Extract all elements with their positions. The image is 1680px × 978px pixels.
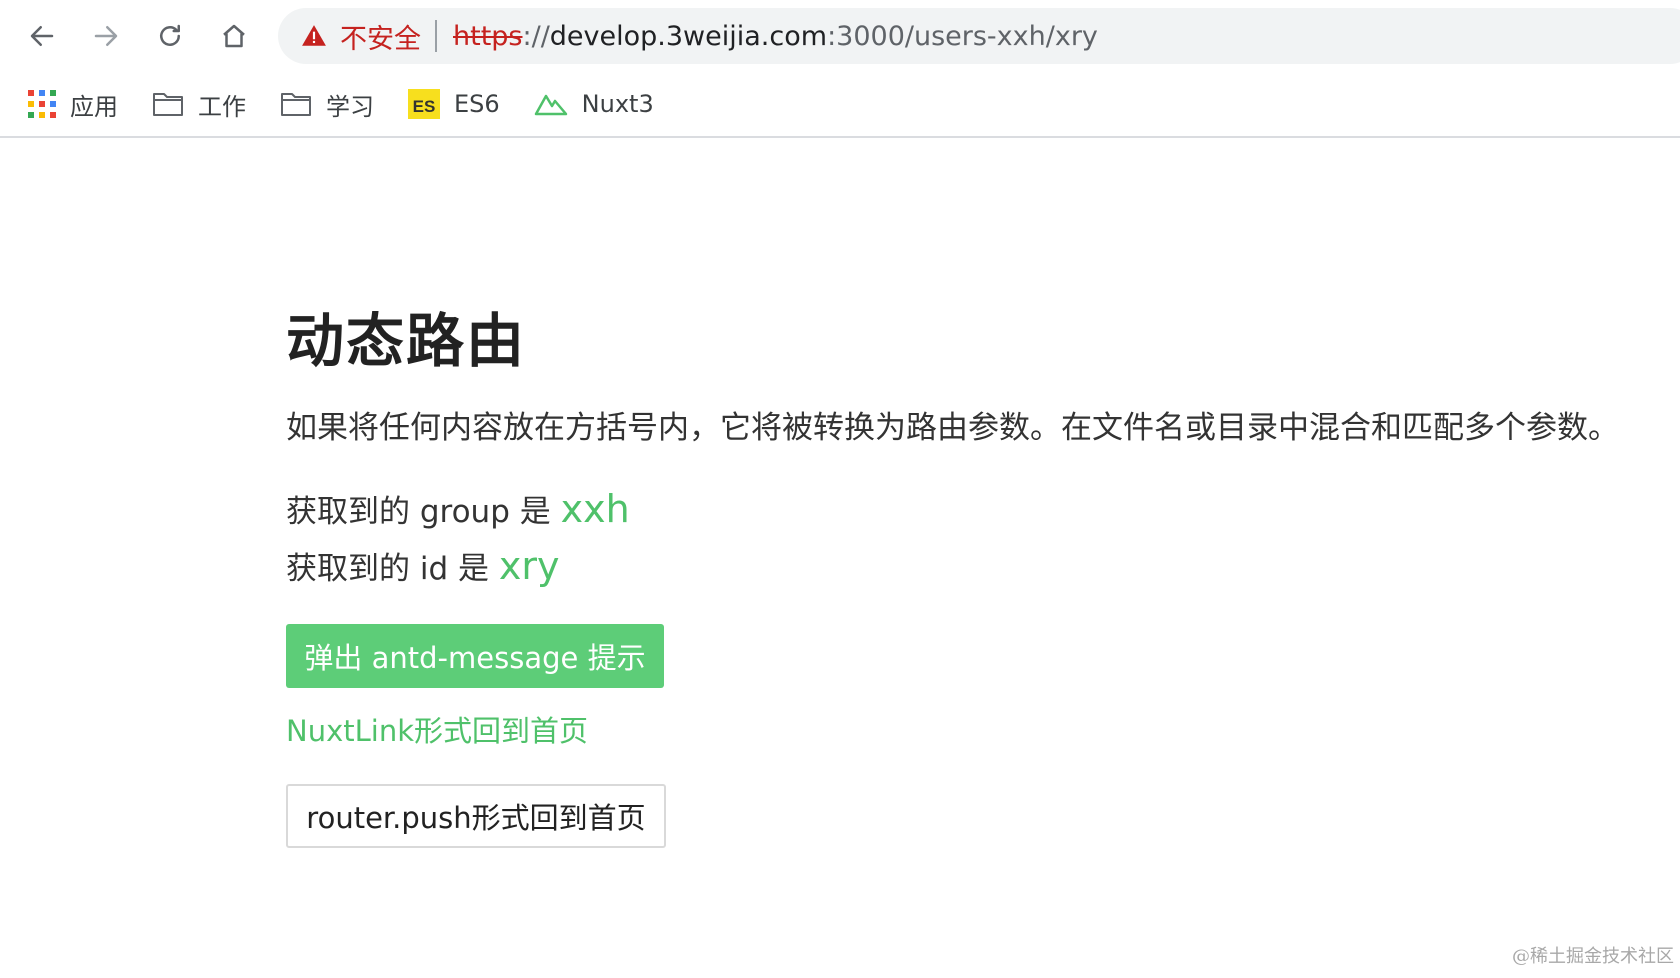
home-icon — [223, 24, 245, 48]
forward-button[interactable] — [86, 16, 126, 56]
reload-icon — [160, 24, 180, 46]
group-param-prefix: 获取到的 group 是 — [286, 494, 561, 530]
bookmark-es6[interactable]: ES ES6 — [408, 89, 500, 119]
security-status-text[interactable]: 不安全 — [340, 17, 421, 56]
bookmark-label: ES6 — [454, 90, 500, 118]
apps-grid-icon — [28, 90, 56, 118]
bookmark-label: Nuxt3 — [581, 90, 654, 118]
nuxtlink-home-link[interactable]: NuxtLink形式回到首页 — [286, 708, 588, 750]
bookmark-label: 应用 — [70, 92, 118, 121]
bookmarks-bar: 应用 工作 学习 ES ES6 Nuxt3 — [0, 72, 1680, 138]
bookmark-label: 工作 — [198, 92, 246, 121]
group-param-line: 获取到的 group 是 xxh — [286, 486, 630, 531]
url-separator: :// — [522, 20, 550, 52]
id-param-line: 获取到的 id 是 xry — [286, 543, 559, 588]
home-button[interactable] — [214, 16, 254, 56]
router-push-home-button[interactable]: router.push形式回到首页 — [286, 784, 666, 848]
url-path: :3000/users-xxh/xry — [827, 20, 1098, 52]
group-param-value: xxh — [560, 487, 630, 531]
page-description: 如果将任何内容放在方括号内，它将被转换为路由参数。在文件名或目录中混合和匹配多个… — [286, 410, 1619, 446]
back-button[interactable] — [22, 16, 62, 56]
bookmark-nuxt3[interactable]: Nuxt3 — [534, 90, 654, 118]
bookmark-study[interactable]: 学习 — [280, 87, 374, 122]
watermark: @稀土掘金技术社区 — [1512, 946, 1674, 967]
show-message-button[interactable]: 弹出 antd-message 提示 — [286, 624, 664, 688]
id-param-prefix: 获取到的 id 是 — [286, 551, 499, 587]
omnibox-divider — [435, 20, 437, 52]
url-scheme: https — [453, 20, 523, 52]
warning-triangle-icon[interactable] — [300, 22, 328, 50]
es-badge-icon: ES — [408, 89, 440, 119]
address-bar[interactable]: 不安全 https://develop.3weijia.com:3000/use… — [278, 8, 1680, 64]
folder-icon — [153, 93, 183, 116]
arrow-right-icon — [94, 26, 118, 46]
reload-button[interactable] — [150, 16, 190, 56]
arrow-left-icon — [30, 26, 54, 46]
url-host: develop.3weijia.com — [549, 20, 828, 52]
url-text[interactable]: https://develop.3weijia.com:3000/users-x… — [453, 21, 1098, 52]
bookmark-work[interactable]: 工作 — [152, 87, 246, 122]
nuxt-logo-icon — [534, 94, 567, 116]
folder-icon — [281, 93, 311, 116]
page-title: 动态路由 — [286, 307, 527, 375]
id-param-value: xry — [498, 544, 560, 588]
browser-toolbar: 不安全 https://develop.3weijia.com:3000/use… — [0, 0, 1680, 72]
bookmark-apps[interactable]: 应用 — [28, 87, 118, 122]
bookmark-label: 学习 — [326, 92, 374, 121]
